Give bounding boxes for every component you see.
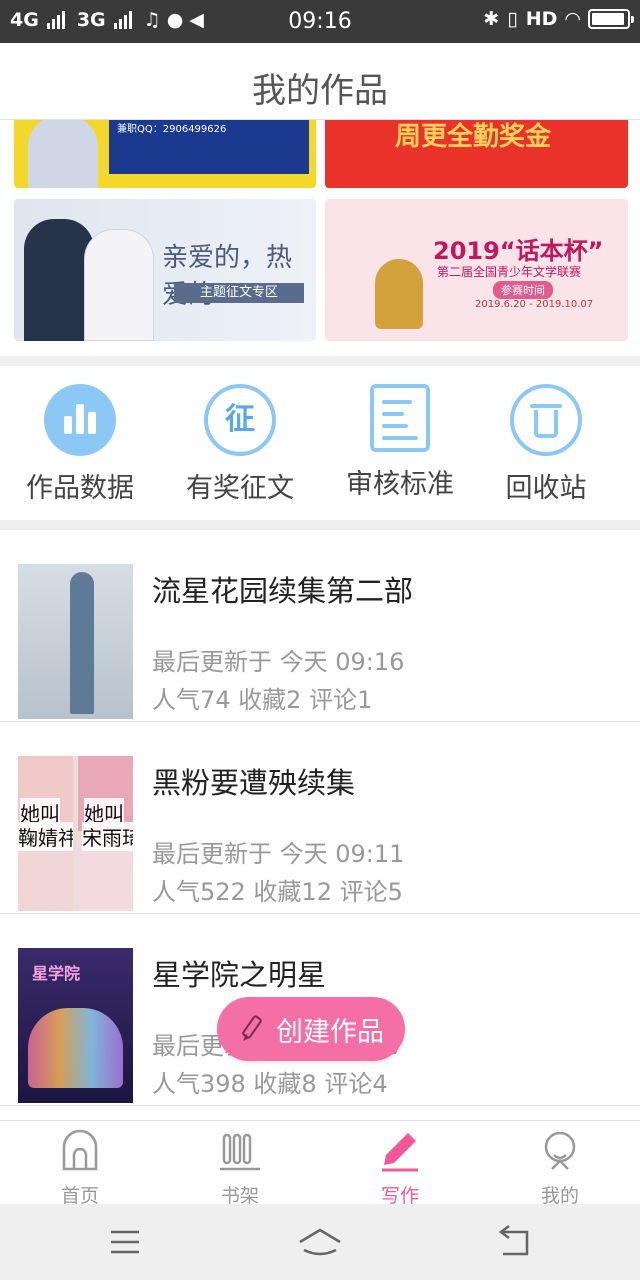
recruit-banner[interactable]: 兼职QQ：2906499626 [14, 120, 316, 188]
cover-logo: 星学院 [32, 964, 81, 983]
back-icon[interactable] [485, 1224, 545, 1260]
quick-action-data[interactable]: 作品数据 [0, 384, 160, 505]
work-title: 流星花园续集第二部 [152, 574, 414, 608]
work-title: 星学院之明星 [152, 958, 327, 992]
create-work-button[interactable]: 创建作品 [217, 997, 405, 1061]
recruit-banner-text: 兼职QQ：2906499626 [117, 124, 227, 135]
battery-icon [588, 9, 634, 29]
huamu-cup-title: 2019“话本杯” [433, 237, 604, 265]
hd-label: HD [525, 8, 558, 30]
work-stats: 人气74 收藏2 评论1 [152, 686, 373, 714]
work-item[interactable]: 流星花园续集第二部 最后更新于 今天 09:16 人气74 收藏2 评论1 [0, 530, 640, 722]
work-cover [18, 564, 133, 719]
create-work-label: 创建作品 [276, 1016, 384, 1048]
menu-icon[interactable] [95, 1224, 155, 1260]
write-icon [382, 1133, 418, 1172]
theme-contest-banner[interactable]: 亲爱的，热爱的 主题征文专区 [14, 199, 316, 341]
cover-caption: 宋雨琦 [82, 822, 133, 851]
wifi-icon: ◠ [565, 8, 580, 30]
tab-write[interactable]: 写作 [320, 1129, 480, 1208]
huamu-cup-banner[interactable]: 2019“话本杯” 第二届全国青少年文学联赛 参赛时间 2019.6.20 - … [325, 199, 628, 341]
work-stats: 人气398 收藏8 评论4 [152, 1070, 388, 1098]
huamu-cup-tag: 参赛时间 [493, 281, 553, 299]
work-cover: 星学院 [18, 948, 133, 1103]
huamu-cup-subtitle: 第二届全国青少年文学联赛 [437, 265, 582, 279]
bottom-tab-bar: 首页 书架 写作 我的 [0, 1120, 640, 1207]
profile-icon [544, 1131, 576, 1170]
status-right: ✱ ▯ HD ◠ [483, 8, 634, 30]
work-title: 黑粉要遭殃续集 [152, 766, 356, 800]
attendance-bonus-title: 周更全勤奖金 [395, 122, 552, 152]
attendance-bonus-banner[interactable]: 周更全勤奖金 [325, 120, 628, 188]
review-standard-icon [370, 384, 430, 452]
work-updated: 最后更新于 今天 09:16 [152, 648, 405, 676]
theme-contest-subtitle: 主题征文专区 [174, 283, 304, 303]
pencil-icon [242, 1015, 262, 1041]
bookshelf-icon [220, 1133, 260, 1171]
title-bar: 我的作品 [0, 43, 640, 120]
quick-action-contest[interactable]: 征 有奖征文 [160, 384, 320, 505]
quick-action-label: 回收站 [505, 473, 587, 504]
quick-action-label: 有奖征文 [186, 473, 294, 504]
contest-icon: 征 [204, 384, 276, 456]
work-stats: 人气522 收藏12 评论5 [152, 878, 403, 906]
page-title: 我的作品 [252, 71, 388, 111]
tab-profile[interactable]: 我的 [480, 1129, 640, 1208]
work-cover: 她叫 她叫 鞠婧祎 宋雨琦 [18, 756, 133, 911]
home-icon[interactable] [290, 1224, 350, 1260]
quick-action-review-standard[interactable]: 审核标准 [320, 384, 480, 501]
trash-icon [510, 384, 582, 456]
bluetooth-icon: ✱ [483, 8, 500, 30]
huamu-cup-dates: 2019.6.20 - 2019.10.07 [475, 299, 594, 310]
cover-caption: 鞠婧祎 [18, 822, 73, 851]
banner-grid: 兼职QQ：2906499626 周更全勤奖金 亲爱的，热爱的 主题征文专区 20… [0, 120, 640, 356]
quick-action-label: 作品数据 [26, 473, 134, 504]
banner-text-panel: 兼职QQ：2906499626 [109, 120, 309, 174]
work-updated: 最后更新于 今天 09:11 [152, 840, 405, 868]
bar-chart-icon [44, 384, 116, 456]
trophy-icon [375, 259, 423, 329]
vibrate-icon: ▯ [507, 8, 518, 30]
quick-action-trash[interactable]: 回收站 [466, 384, 626, 505]
tab-bookshelf[interactable]: 书架 [160, 1129, 320, 1208]
tab-home[interactable]: 首页 [0, 1129, 160, 1208]
quick-actions: 作品数据 征 有奖征文 审核标准 回收站 [0, 366, 640, 520]
work-item[interactable]: 她叫 她叫 鞠婧祎 宋雨琦 黑粉要遭殃续集 最后更新于 今天 09:11 人气5… [0, 722, 640, 914]
system-nav-bar [0, 1204, 640, 1280]
home-icon [62, 1129, 98, 1171]
quick-action-label: 审核标准 [346, 469, 454, 500]
banner-person-illustration [28, 120, 98, 188]
banner-woman-illustration [84, 229, 154, 341]
status-bar: 4G 3G ♫ ● ◀ 09:16 ✱ ▯ HD ◠ [0, 0, 640, 43]
